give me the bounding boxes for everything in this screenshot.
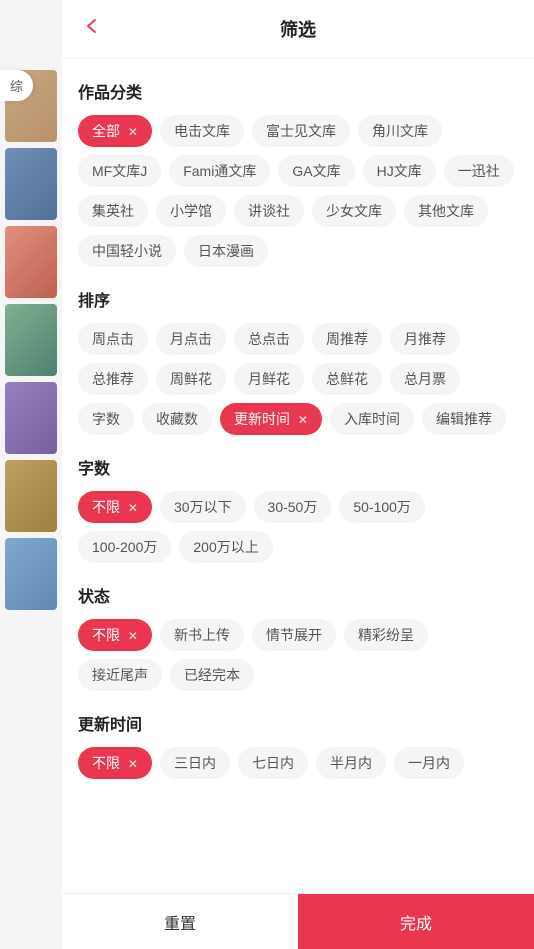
close-icon[interactable]: ✕ <box>128 629 138 643</box>
book-cover-2 <box>5 148 57 220</box>
tag-category-4[interactable]: MF文库J <box>78 155 161 187</box>
close-icon[interactable]: ✕ <box>128 757 138 771</box>
tag-category-5[interactable]: Fami通文库 <box>169 155 270 187</box>
tag-sort-10[interactable]: 字数 <box>78 403 134 435</box>
tag-category-0[interactable]: 全部 ✕ <box>78 115 152 147</box>
tag-status-3[interactable]: 精彩纷呈 <box>344 619 428 651</box>
tag-wordcount-0[interactable]: 不限 ✕ <box>78 491 152 523</box>
tag-category-1[interactable]: 电击文库 <box>160 115 244 147</box>
sidebar-books <box>0 0 62 949</box>
status-tags: 不限 ✕ 新书上传 情节展开 精彩纷呈 接近尾声 已经完本 <box>78 619 518 691</box>
sidebar-tab[interactable]: 综 <box>0 70 33 101</box>
tag-updatetime-1[interactable]: 三日内 <box>160 747 230 779</box>
tag-status-5[interactable]: 已经完本 <box>170 659 254 691</box>
tag-wordcount-2[interactable]: 30-50万 <box>254 491 332 523</box>
tag-wordcount-3[interactable]: 50-100万 <box>339 491 425 523</box>
tag-status-0[interactable]: 不限 ✕ <box>78 619 152 651</box>
reset-button[interactable]: 重置 <box>62 894 298 949</box>
section-sort: 排序 周点击 月点击 总点击 周推荐 月推荐 总推荐 周鲜花 月鲜花 总鲜花 总… <box>78 287 518 435</box>
tag-category-6[interactable]: GA文库 <box>278 155 354 187</box>
tag-category-2[interactable]: 富士见文库 <box>252 115 350 147</box>
back-button[interactable] <box>82 16 102 42</box>
tag-category-15[interactable]: 日本漫画 <box>184 235 268 267</box>
confirm-button[interactable]: 完成 <box>298 894 534 949</box>
section-sort-title: 排序 <box>78 287 518 311</box>
section-category-title: 作品分类 <box>78 79 518 103</box>
section-wordcount-title: 字数 <box>78 455 518 479</box>
header: 筛选 <box>62 0 534 59</box>
category-tags: 全部 ✕ 电击文库 富士见文库 角川文库 MF文库J Fami通文库 GA文库 … <box>78 115 518 267</box>
book-cover-4 <box>5 304 57 376</box>
tag-sort-5[interactable]: 总推荐 <box>78 363 148 395</box>
tag-sort-1[interactable]: 月点击 <box>156 323 226 355</box>
footer: 重置 完成 <box>62 893 534 949</box>
close-icon[interactable]: ✕ <box>128 501 138 515</box>
tag-category-3[interactable]: 角川文库 <box>358 115 442 147</box>
tag-category-14[interactable]: 中国轻小说 <box>78 235 176 267</box>
tag-wordcount-4[interactable]: 100-200万 <box>78 531 171 563</box>
book-cover-6 <box>5 460 57 532</box>
tag-category-7[interactable]: HJ文库 <box>363 155 436 187</box>
wordcount-tags: 不限 ✕ 30万以下 30-50万 50-100万 100-200万 200万以… <box>78 491 518 563</box>
tag-sort-7[interactable]: 月鲜花 <box>234 363 304 395</box>
tag-updatetime-0[interactable]: 不限 ✕ <box>78 747 152 779</box>
page-title: 筛选 <box>280 16 316 42</box>
content-area: 作品分类 全部 ✕ 电击文库 富士见文库 角川文库 MF文库J Fami通文库 … <box>62 59 534 893</box>
section-status-title: 状态 <box>78 583 518 607</box>
tag-sort-0[interactable]: 周点击 <box>78 323 148 355</box>
section-wordcount: 字数 不限 ✕ 30万以下 30-50万 50-100万 100-200万 20… <box>78 455 518 563</box>
tag-status-4[interactable]: 接近尾声 <box>78 659 162 691</box>
tag-updatetime-3[interactable]: 半月内 <box>316 747 386 779</box>
book-cover-3 <box>5 226 57 298</box>
book-cover-5 <box>5 382 57 454</box>
tag-wordcount-1[interactable]: 30万以下 <box>160 491 246 523</box>
tag-sort-14[interactable]: 编辑推荐 <box>422 403 506 435</box>
tag-sort-8[interactable]: 总鲜花 <box>312 363 382 395</box>
tag-category-10[interactable]: 小学馆 <box>156 195 226 227</box>
close-icon[interactable]: ✕ <box>128 125 138 139</box>
close-icon[interactable]: ✕ <box>298 413 308 427</box>
tag-category-9[interactable]: 集英社 <box>78 195 148 227</box>
tag-category-8[interactable]: 一迅社 <box>444 155 514 187</box>
sort-tags: 周点击 月点击 总点击 周推荐 月推荐 总推荐 周鲜花 月鲜花 总鲜花 总月票 … <box>78 323 518 435</box>
back-icon <box>82 16 102 36</box>
tag-category-13[interactable]: 其他文库 <box>404 195 488 227</box>
tag-sort-13[interactable]: 入库时间 <box>330 403 414 435</box>
tag-sort-4[interactable]: 月推荐 <box>390 323 460 355</box>
tag-status-1[interactable]: 新书上传 <box>160 619 244 651</box>
section-update-time: 更新时间 不限 ✕ 三日内 七日内 半月内 一月内 <box>78 711 518 779</box>
tag-status-2[interactable]: 情节展开 <box>252 619 336 651</box>
update-time-tags: 不限 ✕ 三日内 七日内 半月内 一月内 <box>78 747 518 779</box>
tag-sort-6[interactable]: 周鲜花 <box>156 363 226 395</box>
section-status: 状态 不限 ✕ 新书上传 情节展开 精彩纷呈 接近尾声 已经完本 <box>78 583 518 691</box>
tag-wordcount-5[interactable]: 200万以上 <box>179 531 272 563</box>
tag-sort-11[interactable]: 收藏数 <box>142 403 212 435</box>
main-panel: 筛选 作品分类 全部 ✕ 电击文库 富士见文库 角川文库 MF文库J Fami通… <box>62 0 534 949</box>
tag-sort-2[interactable]: 总点击 <box>234 323 304 355</box>
book-cover-7 <box>5 538 57 610</box>
tag-sort-3[interactable]: 周推荐 <box>312 323 382 355</box>
section-category: 作品分类 全部 ✕ 电击文库 富士见文库 角川文库 MF文库J Fami通文库 … <box>78 79 518 267</box>
tag-sort-12[interactable]: 更新时间 ✕ <box>220 403 322 435</box>
tag-category-12[interactable]: 少女文库 <box>312 195 396 227</box>
tag-updatetime-2[interactable]: 七日内 <box>238 747 308 779</box>
section-update-time-title: 更新时间 <box>78 711 518 735</box>
tag-updatetime-4[interactable]: 一月内 <box>394 747 464 779</box>
tag-category-11[interactable]: 讲谈社 <box>234 195 304 227</box>
tag-sort-9[interactable]: 总月票 <box>390 363 460 395</box>
